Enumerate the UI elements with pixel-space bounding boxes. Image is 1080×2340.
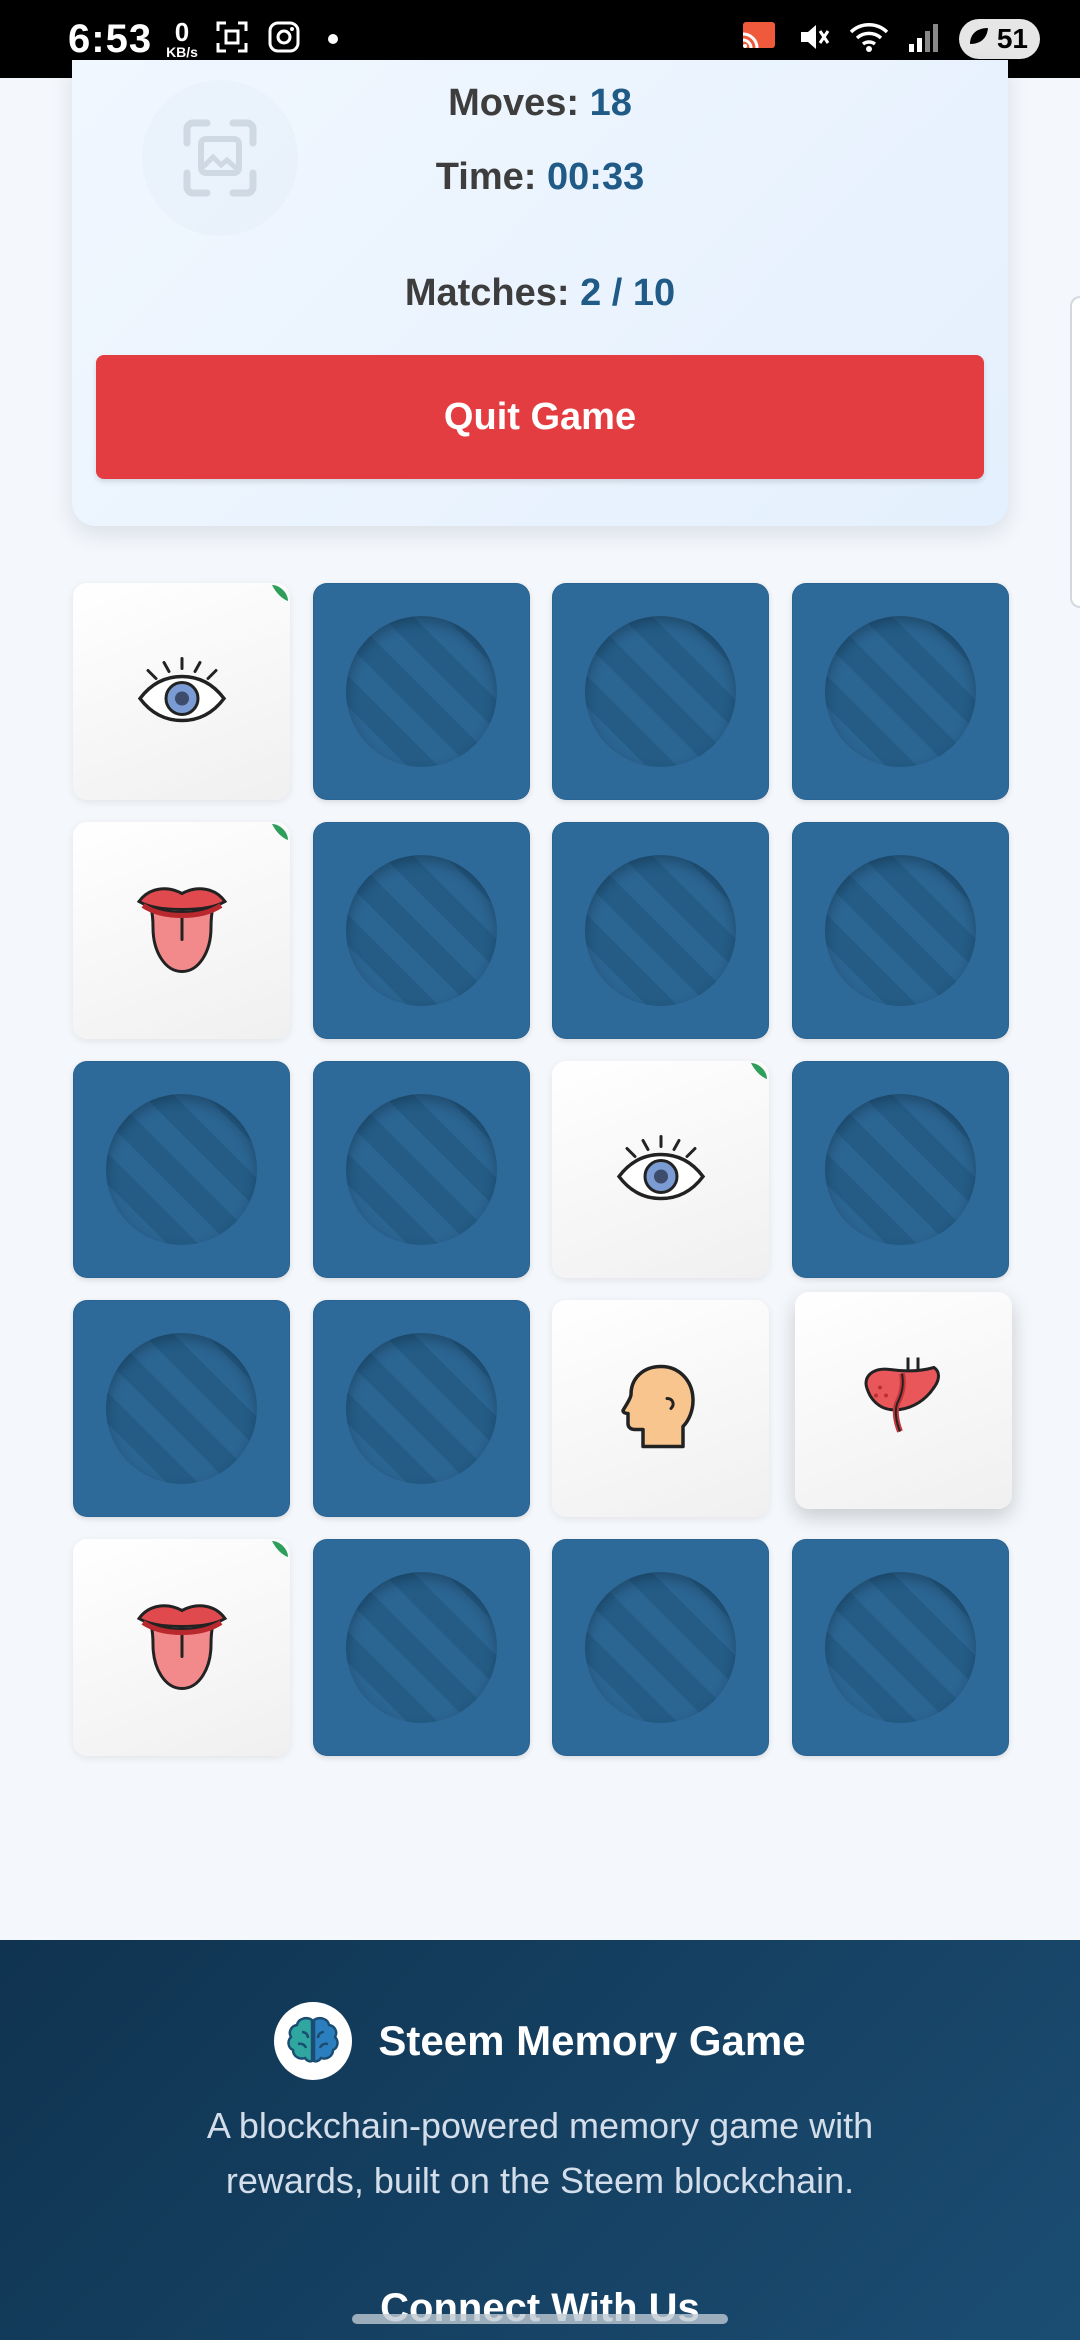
tongue-icon	[133, 881, 231, 980]
footer: Steem Memory Game A blockchain-powered m…	[0, 1940, 1080, 2340]
card-hidden[interactable]	[552, 583, 769, 800]
card-back-pattern	[585, 855, 736, 1006]
card-back-pattern	[824, 1094, 976, 1245]
card-back-pattern	[106, 1333, 257, 1484]
card-back-pattern	[345, 1572, 497, 1723]
eye-icon	[134, 654, 230, 729]
card-hidden[interactable]	[791, 1539, 1009, 1756]
card-hidden[interactable]	[312, 1539, 530, 1756]
card-back-pattern	[106, 1094, 257, 1245]
footer-description: A blockchain-powered memory game with re…	[206, 2105, 874, 2201]
card-hidden[interactable]	[73, 1300, 290, 1517]
footer-title: Steem Memory Game	[378, 2017, 806, 2064]
matched-corner-icon	[268, 1539, 290, 1561]
matched-corner-icon	[747, 1061, 769, 1083]
card-back-pattern	[824, 1572, 976, 1723]
card-matched[interactable]	[73, 822, 290, 1039]
card-hidden[interactable]	[312, 583, 530, 800]
tongue-icon	[133, 1598, 231, 1697]
card-back-pattern	[824, 855, 976, 1006]
card-matched[interactable]	[73, 583, 290, 800]
card-back-pattern	[824, 616, 976, 767]
card-revealed[interactable]	[552, 1300, 769, 1517]
card-hidden[interactable]	[312, 1061, 530, 1278]
card-hidden[interactable]	[552, 1539, 769, 1756]
footer-brand: Steem Memory Game	[0, 2002, 1080, 2080]
card-matched[interactable]	[73, 1539, 290, 1756]
card-hidden[interactable]	[73, 1061, 290, 1278]
connect-heading: Connect With Us	[380, 2286, 700, 2330]
head-icon	[620, 1360, 701, 1457]
home-indicator[interactable]	[352, 2314, 728, 2324]
card-hidden[interactable]	[552, 822, 769, 1039]
memory-board	[0, 0, 1080, 1800]
card-hidden[interactable]	[312, 822, 530, 1039]
card-back-pattern	[345, 1333, 497, 1484]
brain-icon	[274, 2002, 353, 2080]
liver-icon	[858, 1353, 948, 1448]
card-hidden[interactable]	[791, 822, 1009, 1039]
card-back-pattern	[345, 1094, 497, 1245]
card-back-pattern	[585, 616, 736, 767]
card-back-pattern	[345, 616, 497, 767]
card-hidden[interactable]	[791, 583, 1009, 800]
card-revealed[interactable]	[794, 1292, 1012, 1509]
card-hidden[interactable]	[791, 1061, 1009, 1278]
card-hidden[interactable]	[312, 1300, 530, 1517]
matched-corner-icon	[268, 822, 290, 844]
card-back-pattern	[345, 855, 497, 1006]
card-matched[interactable]	[552, 1061, 769, 1278]
card-back-pattern	[585, 1572, 736, 1723]
matched-corner-icon	[268, 583, 290, 605]
eye-icon	[613, 1132, 709, 1207]
